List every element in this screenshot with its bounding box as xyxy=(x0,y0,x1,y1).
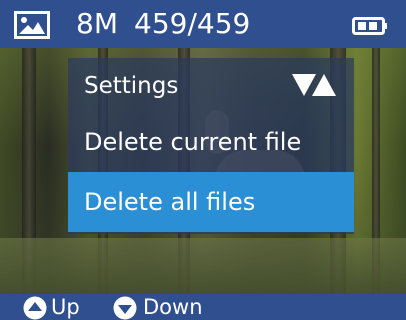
battery-icon xyxy=(352,17,387,35)
menu-title: Settings xyxy=(84,73,179,99)
up-button-icon[interactable] xyxy=(23,296,47,320)
menu-item-delete-current[interactable]: Delete current file xyxy=(68,112,354,172)
menu-item-label: Delete all files xyxy=(84,188,256,216)
status-bar: 8M 459/459 xyxy=(0,0,406,48)
menu-item-delete-all[interactable]: Delete all files xyxy=(68,172,354,232)
down-button-icon[interactable] xyxy=(113,296,137,320)
button-hint-bar: Up Down xyxy=(0,294,406,320)
camera-screen: 8M 459/459 Settings Delete current file … xyxy=(0,0,406,320)
up-down-arrows-icon xyxy=(292,74,336,96)
settings-menu: Settings Delete current file Delete all … xyxy=(68,58,354,234)
down-label: Down xyxy=(143,295,203,319)
resolution-label: 8M xyxy=(76,7,118,40)
menu-item-label: Delete current file xyxy=(84,128,302,156)
up-label: Up xyxy=(51,295,80,319)
file-counter: 459/459 xyxy=(134,7,251,40)
forest-ground xyxy=(0,238,406,294)
image-icon xyxy=(14,11,50,39)
